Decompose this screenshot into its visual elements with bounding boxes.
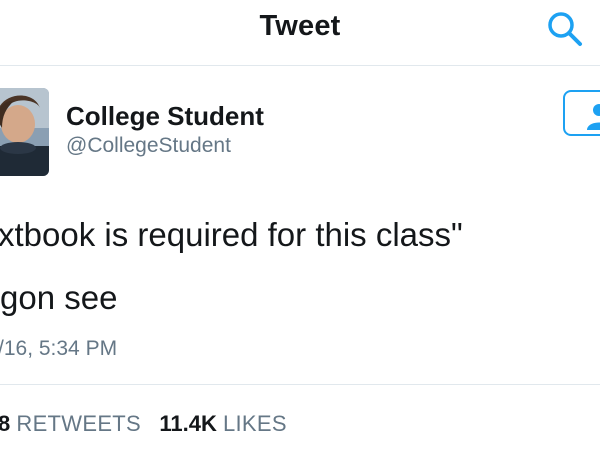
- likes-stat[interactable]: 11.4K LIKES: [159, 411, 287, 436]
- tweet-stats: 8 RETWEETS 11.4K LIKES: [0, 411, 287, 437]
- retweets-label: RETWEETS: [16, 411, 141, 436]
- author-name[interactable]: College Student: [66, 101, 264, 132]
- likes-label: LIKES: [222, 411, 287, 436]
- tweet-detail-screen: Tweet College Student @CollegeStudent xt…: [0, 0, 600, 460]
- tweet-timestamp: /16, 5:34 PM: [0, 337, 118, 360]
- search-button[interactable]: [544, 8, 588, 52]
- tweet-text-line: gon see: [0, 279, 118, 316]
- follow-user-icon: [587, 104, 600, 130]
- follow-button[interactable]: [563, 90, 600, 136]
- avatar[interactable]: [0, 88, 49, 176]
- divider: [0, 384, 600, 385]
- retweets-stat[interactable]: 8 RETWEETS: [0, 411, 147, 436]
- retweets-count: 8: [0, 411, 11, 436]
- likes-count: 11.4K: [159, 411, 217, 436]
- search-icon: [548, 12, 582, 46]
- author-handle[interactable]: @CollegeStudent: [66, 134, 231, 158]
- page-title: Tweet: [259, 10, 341, 42]
- tweet-text-line: xtbook is required for this class": [0, 216, 463, 253]
- top-nav-bar: Tweet: [0, 0, 600, 66]
